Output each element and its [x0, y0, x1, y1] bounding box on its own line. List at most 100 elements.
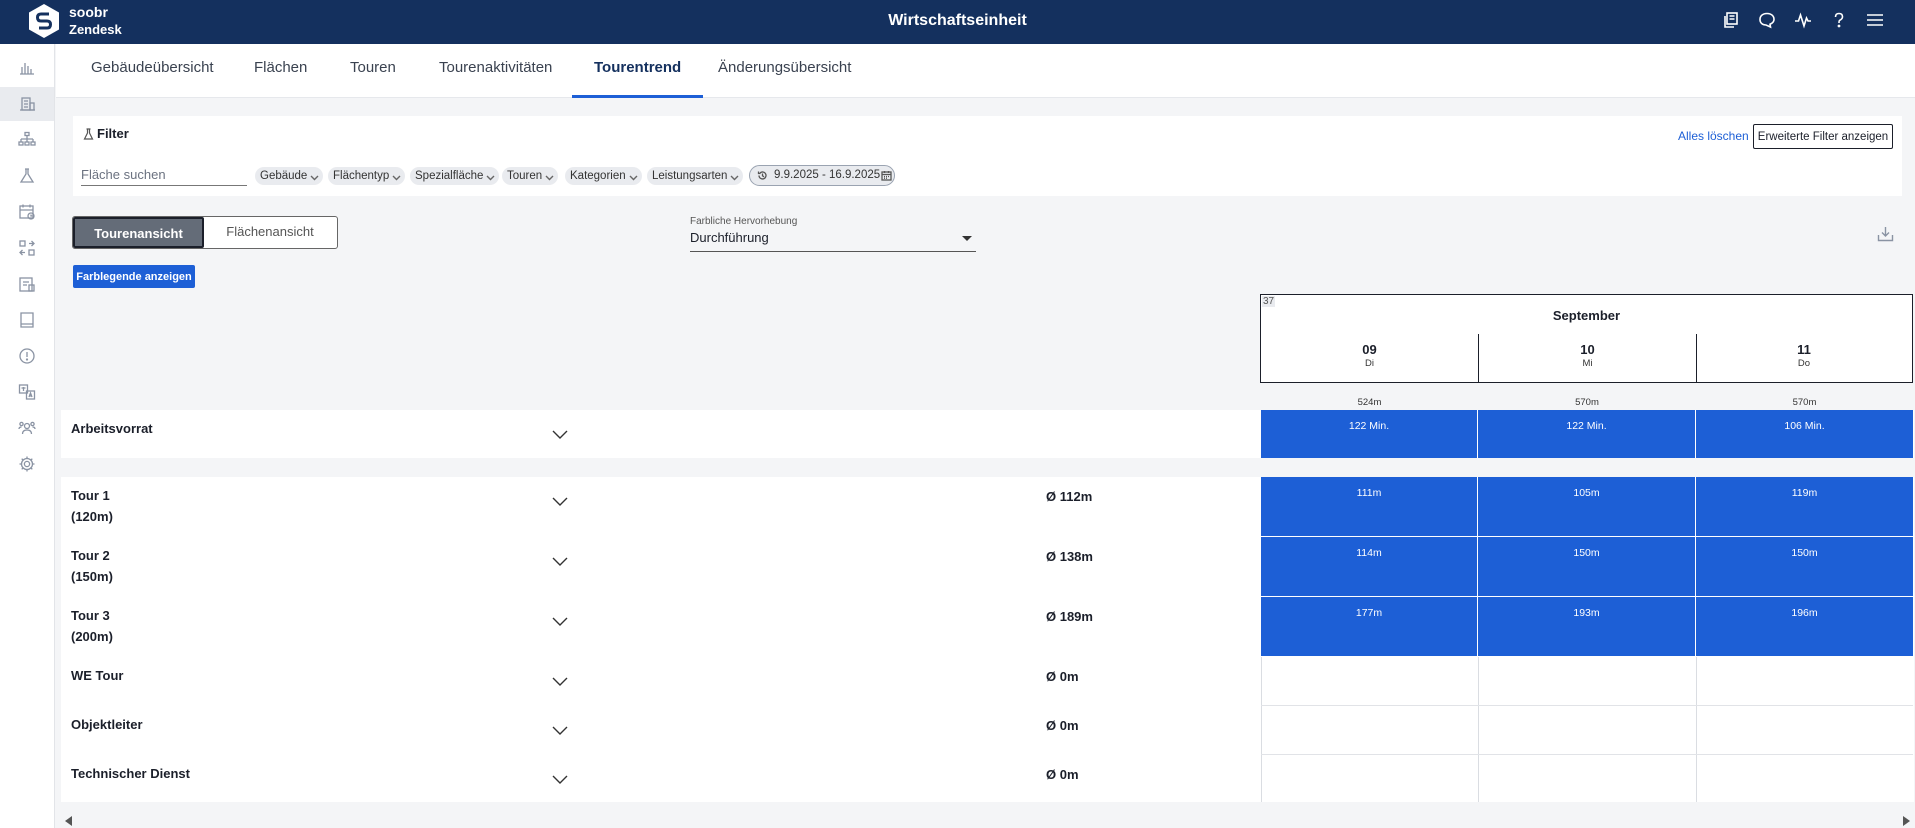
tour-cell[interactable] — [1696, 657, 1913, 705]
sidebar-item-translate[interactable] — [0, 375, 54, 409]
tour-cell[interactable] — [1478, 657, 1696, 705]
tab-tourentrend[interactable]: Tourentrend — [572, 44, 704, 98]
chevron-down-icon[interactable] — [551, 494, 569, 506]
backlog-cell[interactable]: 122 Min. — [1478, 410, 1695, 458]
day-column[interactable]: 09 Di — [1261, 334, 1478, 382]
menu-icon[interactable] — [1865, 10, 1885, 30]
sidebar-item-reports[interactable] — [0, 267, 54, 301]
sidebar-item-book[interactable] — [0, 303, 54, 337]
tour-cell[interactable] — [1478, 755, 1696, 802]
filter-chip-gebaeude[interactable]: Gebäude — [255, 167, 324, 185]
chevron-down-icon[interactable] — [551, 427, 569, 439]
scroll-right-icon[interactable] — [1903, 816, 1910, 826]
scroll-left-icon[interactable] — [65, 816, 72, 826]
tour-cell[interactable]: 150m — [1696, 537, 1913, 596]
chevron-down-icon — [392, 170, 401, 181]
chevron-down-icon[interactable] — [551, 554, 569, 566]
tour-name: Tour 3 — [71, 608, 110, 623]
tour-cell[interactable] — [1696, 706, 1913, 754]
activity-icon[interactable] — [1793, 10, 1813, 30]
download-icon[interactable] — [1877, 225, 1894, 242]
alert-icon — [19, 348, 35, 364]
sidebar-item-transfer[interactable] — [0, 231, 54, 265]
filter-chip-flaechentyp[interactable]: Flächentyp — [328, 167, 406, 185]
sidebar-item-calendar[interactable] — [0, 195, 54, 229]
month-label: September — [1552, 308, 1621, 323]
filter-chip-spezialflaeche[interactable]: Spezialfläche — [410, 167, 500, 185]
chevron-down-icon — [486, 170, 495, 181]
tour-cell[interactable] — [1261, 657, 1478, 705]
tab-aenderungsuebersicht[interactable]: Änderungsübersicht — [696, 44, 873, 98]
calendar-clock-icon — [19, 204, 35, 220]
tour-name: Tour 1 — [71, 488, 110, 503]
tour-cell[interactable] — [1261, 755, 1478, 802]
tour-cell[interactable]: 150m — [1478, 537, 1695, 596]
chevron-down-icon[interactable] — [551, 614, 569, 626]
chevron-down-icon[interactable] — [551, 772, 569, 784]
tour-cell[interactable]: 177m — [1261, 597, 1477, 656]
chevron-down-icon — [730, 170, 739, 181]
highlight-value: Durchführung — [690, 230, 769, 245]
tour-average: Ø 138m — [1046, 549, 1093, 564]
sidebar-item-lab[interactable] — [0, 159, 54, 193]
filter-chip-label: Leistungsarten — [652, 170, 728, 182]
tour-cell[interactable] — [1261, 706, 1478, 754]
help-icon[interactable] — [1829, 10, 1849, 30]
tab-touren[interactable]: Touren — [328, 44, 418, 98]
tour-row-name: Tour 3 (200m) — [71, 605, 113, 647]
backlog-cell[interactable]: 122 Min. — [1261, 410, 1477, 458]
sidebar-item-team[interactable] — [0, 411, 54, 445]
copy-icon[interactable] — [1721, 10, 1741, 30]
tab-gebaeudeuebersicht[interactable]: Gebäudeübersicht — [69, 44, 236, 98]
tour-cell[interactable]: 111m — [1261, 477, 1477, 536]
tour-cell[interactable] — [1478, 706, 1696, 754]
color-legend-button[interactable]: Farblegende anzeigen — [73, 265, 195, 288]
top-bar: soobr Zendesk Wirtschaftseinheit — [0, 0, 1915, 44]
tour-name: Objektleiter — [71, 717, 143, 732]
building-icon — [20, 97, 35, 111]
sidebar-item-hierarchy[interactable] — [0, 123, 54, 157]
tab-bar: Gebäudeübersicht Flächen Touren Tourenak… — [56, 44, 1915, 98]
chevron-down-icon[interactable] — [551, 674, 569, 686]
tour-cell[interactable] — [1696, 755, 1913, 802]
horizontal-scrollbar[interactable] — [61, 812, 1914, 828]
day-column[interactable]: 10 Mi — [1478, 334, 1696, 382]
backlog-cell[interactable]: 106 Min. — [1696, 410, 1913, 458]
date-range-text: 9.9.2025 - 16.9.2025 — [774, 169, 881, 181]
filter-title-label: Filter — [97, 126, 129, 141]
search-input[interactable] — [81, 164, 247, 186]
tab-tourenaktivitaeten[interactable]: Tourenaktivitäten — [417, 44, 574, 98]
chat-icon[interactable] — [1757, 10, 1777, 30]
date-range-picker[interactable]: 9.9.2025 - 16.9.2025 — [749, 165, 895, 186]
highlight-select[interactable]: Durchführung — [690, 230, 976, 252]
brand: soobr Zendesk — [69, 3, 122, 39]
filter-chip-touren[interactable]: Touren — [502, 167, 559, 185]
tab-flaechen[interactable]: Flächen — [232, 44, 329, 98]
chevron-down-icon[interactable] — [551, 723, 569, 735]
tour-cell[interactable]: 105m — [1478, 477, 1695, 536]
chevron-down-icon — [629, 170, 638, 181]
tour-cell[interactable]: 196m — [1696, 597, 1913, 656]
clear-all-link[interactable]: Alles löschen — [1678, 129, 1749, 143]
soobr-logo-icon[interactable] — [28, 3, 60, 39]
sidebar-item-buildings[interactable] — [0, 87, 54, 121]
tour-cell[interactable]: 119m — [1696, 477, 1913, 536]
filter-chip-leistungsarten[interactable]: Leistungsarten — [647, 167, 744, 185]
sidebar-item-settings[interactable] — [0, 447, 54, 481]
report-icon — [19, 277, 35, 292]
day-column[interactable]: 11 Do — [1696, 334, 1911, 382]
area-view-option[interactable]: Flächenansicht — [204, 217, 336, 248]
sidebar-item-alerts[interactable] — [0, 339, 54, 373]
sidebar-item-dashboard[interactable] — [0, 51, 54, 85]
tour-view-option[interactable]: Tourenansicht — [73, 217, 204, 248]
advanced-filter-button[interactable]: Erweiterte Filter anzeigen — [1753, 124, 1893, 149]
tour-cell[interactable]: 114m — [1261, 537, 1477, 596]
filter-chip-label: Flächentyp — [333, 170, 390, 182]
tour-row-name: Tour 1 (120m) — [71, 485, 113, 527]
hierarchy-icon — [18, 131, 36, 146]
tour-cell[interactable]: 193m — [1478, 597, 1695, 656]
tour-planned: (200m) — [71, 629, 113, 644]
filter-chip-kategorien[interactable]: Kategorien — [565, 167, 642, 185]
flask-icon — [19, 168, 35, 183]
view-toggle: Tourenansicht Flächenansicht — [72, 216, 338, 249]
